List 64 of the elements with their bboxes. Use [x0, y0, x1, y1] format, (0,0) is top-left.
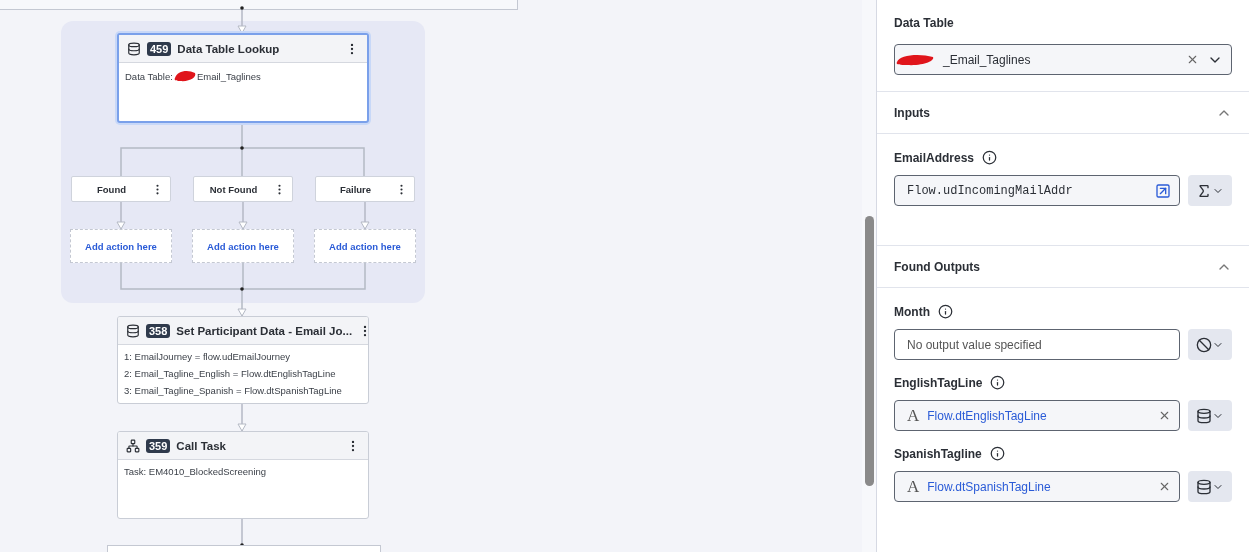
node-title: Data Table Lookup	[177, 42, 281, 55]
node-title: Call Task	[176, 439, 227, 452]
expression-menu-button[interactable]	[1188, 175, 1232, 206]
field-label: EnglishTagLine	[894, 375, 983, 390]
node-detail: 2: Email_Tagline_English = Flow.dtEnglishTagLine	[124, 368, 337, 379]
info-icon[interactable]	[982, 150, 998, 165]
output-field[interactable]: A Flow.dtSpanishTagLine	[894, 471, 1180, 502]
branch-label: Not Found	[208, 183, 259, 195]
scrollbar-thumb[interactable]	[864, 216, 874, 486]
info-icon[interactable]	[938, 304, 953, 319]
add-action-slot[interactable]: Add action here	[314, 229, 416, 263]
output-menu-button[interactable]	[1188, 471, 1232, 502]
expression-field[interactable]: Flow.udIncomingMailAddr	[894, 175, 1180, 206]
connector-line	[237, 6, 247, 34]
connector-line	[237, 403, 247, 432]
node-detail: 3: Email_Tagline_Spanish = Flow.dtSpanishTagLine	[124, 385, 343, 396]
section-header[interactable]: Inputs	[877, 92, 1249, 134]
step-number: 459	[147, 41, 172, 56]
scrollbar[interactable]	[862, 0, 876, 552]
branch-label: Failure	[338, 183, 373, 195]
branch-node[interactable]: Failure	[315, 176, 415, 202]
clear-icon[interactable]	[1158, 409, 1171, 422]
connector-line	[116, 201, 126, 230]
output-field[interactable]: A Flow.dtEnglishTagLine	[894, 400, 1180, 431]
field-label: Data Table	[894, 16, 955, 30]
branch-node[interactable]: Not Found	[193, 176, 293, 202]
field-label: SpanishTagline	[894, 446, 982, 461]
section-header[interactable]: Found Outputs	[877, 246, 1249, 288]
clear-icon[interactable]	[1158, 480, 1171, 493]
flow-node[interactable]: 459 Data Table Lookup Data Table: Email_Taglines	[117, 33, 369, 123]
database-icon	[126, 323, 140, 338]
flow-node[interactable]: 359 Call Task Task: EM4010_BlockedScreening	[117, 431, 369, 519]
clear-icon[interactable]	[1186, 53, 1199, 66]
string-type-glyph: A	[907, 476, 920, 497]
sigma-icon	[1196, 182, 1212, 199]
node-detail: Email_Taglines	[196, 70, 261, 82]
flow-node[interactable]: 358 Set Participant Data - Email Jo... 1: EmailJourney = flow.udEmailJourney 2: Email_Tagline_English = Flow.dtEnglishTagLine 3: Email_Tagline_Spanish = Flow.dtSpanishTagLine	[117, 316, 369, 404]
open-editor-icon[interactable]	[1155, 182, 1171, 199]
node-title: Set Participant Data - Email Jo...	[176, 324, 353, 337]
field-label: EmailAddress	[894, 150, 975, 165]
database-icon	[127, 41, 141, 56]
output-menu-button[interactable]	[1188, 400, 1232, 431]
output-field[interactable]: No output value specified	[894, 329, 1180, 360]
node-detail: Task: EM4010_BlockedScreening	[124, 466, 268, 477]
step-number: 359	[146, 438, 171, 453]
node-detail: 1: EmailJourney = flow.udEmailJourney	[124, 351, 292, 362]
info-icon[interactable]	[990, 375, 1006, 390]
info-icon[interactable]	[989, 446, 1005, 461]
hierarchy-icon	[126, 438, 140, 453]
add-action-slot[interactable]: Add action here	[192, 229, 294, 263]
step-number: 358	[146, 323, 171, 338]
data-table-select[interactable]: _Email_Taglines	[894, 44, 1232, 75]
branch-node[interactable]: Found	[71, 176, 171, 202]
database-icon	[1196, 478, 1212, 495]
ban-icon	[1196, 336, 1212, 353]
connector-line	[238, 201, 248, 230]
string-type-glyph: A	[907, 405, 920, 426]
branch-label: Found	[96, 183, 127, 195]
database-icon	[1196, 407, 1212, 424]
output-menu-button[interactable]	[1188, 329, 1232, 360]
add-action-slot[interactable]: Add action here	[70, 229, 172, 263]
node-detail: Data Table:	[125, 70, 173, 82]
connector-line	[360, 201, 370, 230]
field-label: Month	[894, 304, 930, 319]
